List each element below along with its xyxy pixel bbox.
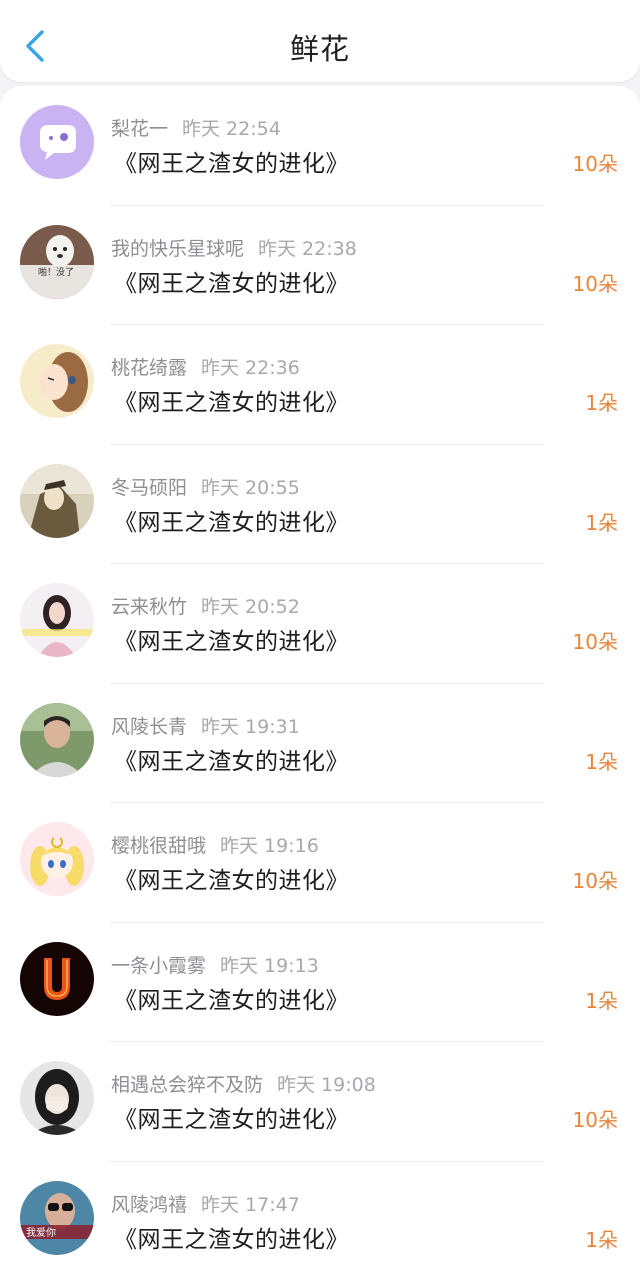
- list-item[interactable]: 我爱你 风陵鸿禧 昨天 17:47 《网王之渣女的进化》 1朵: [0, 1162, 640, 1278]
- flower-count: 10朵: [572, 630, 618, 654]
- flower-count: 1朵: [585, 510, 618, 535]
- dog-avatar[interactable]: 啪！没了: [20, 224, 94, 299]
- list-item[interactable]: 云来秋竹 昨天 20:52 《网王之渣女的进化》 10朵: [0, 564, 640, 684]
- girl-avatar[interactable]: [20, 344, 94, 418]
- sailor-moon-avatar[interactable]: [20, 822, 94, 896]
- flower-list[interactable]: 梨花一 昨天 22:54 《网王之渣女的进化》 10朵 啪！没了 我的快乐星球呢昨…: [0, 86, 640, 1278]
- list-item[interactable]: 梨花一 昨天 22:54 《网王之渣女的进化》 10朵: [0, 86, 640, 206]
- book-title[interactable]: 《网王之渣女的进化》: [114, 1220, 349, 1254]
- chat-bubble-icon[interactable]: [20, 105, 94, 179]
- list-item[interactable]: 樱桃很甜哦 昨天 19:16 《网王之渣女的进化》 10朵: [0, 803, 640, 923]
- timestamp: 昨天 20:52: [201, 596, 300, 618]
- covering-face-avatar[interactable]: [20, 1061, 94, 1135]
- timestamp: 昨天 22:36: [201, 357, 300, 379]
- flower-count: 10朵: [572, 869, 618, 893]
- timestamp: 昨天 19:08: [277, 1074, 376, 1096]
- user-name[interactable]: 我的快乐星球呢: [111, 238, 244, 260]
- book-title[interactable]: 《网王之渣女的进化》: [114, 264, 349, 298]
- user-name[interactable]: 樱桃很甜哦: [111, 835, 206, 857]
- timestamp: 昨天 19:31: [201, 715, 300, 738]
- user-name[interactable]: 桃花绮露: [111, 357, 187, 379]
- list-item[interactable]: 啪！没了 我的快乐星球呢 昨天 22:38 《网王之渣女的进化》 10朵: [0, 206, 640, 326]
- timestamp: 昨天 19:13: [220, 954, 319, 977]
- page-title: 鲜花: [289, 32, 350, 66]
- flower-count: 10朵: [572, 1108, 618, 1132]
- user-name[interactable]: 云来秋竹: [111, 596, 187, 618]
- timestamp: 昨天 22:54: [182, 118, 281, 140]
- anime-avatar[interactable]: [20, 463, 94, 538]
- flower-count: 10朵: [572, 271, 618, 296]
- timestamp: 昨天 17:47: [201, 1193, 300, 1216]
- user-name[interactable]: 梨花一: [111, 118, 168, 140]
- svg-text:啪！没了: 啪！没了: [38, 266, 74, 278]
- woman-photo-avatar[interactable]: [20, 583, 94, 657]
- book-title[interactable]: 《网王之渣女的进化》: [114, 144, 349, 178]
- book-title[interactable]: 《网王之渣女的进化》: [114, 1100, 349, 1134]
- list-item[interactable]: 冬马硕阳 昨天 20:55 《网王之渣女的进化》 1朵: [0, 445, 640, 565]
- timestamp: 昨天 19:16: [220, 835, 319, 857]
- book-title[interactable]: 《网王之渣女的进化》: [114, 861, 349, 895]
- flower-count: 1朵: [585, 749, 618, 774]
- man-photo-avatar[interactable]: [20, 702, 94, 777]
- user-name[interactable]: 风陵长青: [111, 716, 187, 738]
- user-name[interactable]: 风陵鸿禧: [111, 1194, 187, 1216]
- user-name[interactable]: 一条小霞雾: [111, 955, 206, 977]
- list-item[interactable]: 一条小霞雾 昨天 19:13 《网王之渣女的进化》 1朵: [0, 923, 640, 1043]
- user-name[interactable]: 冬马硕阳: [111, 477, 187, 499]
- svg-text:我爱你: 我爱你: [26, 1226, 56, 1239]
- flower-count: 1朵: [585, 391, 618, 415]
- user-name[interactable]: 相遇总会猝不及防: [111, 1074, 263, 1096]
- list-item[interactable]: 风陵长青 昨天 19:31 《网王之渣女的进化》 1朵: [0, 684, 640, 804]
- book-title[interactable]: 《网王之渣女的进化》: [114, 383, 349, 417]
- book-title[interactable]: 《网王之渣女的进化》: [114, 981, 349, 1015]
- flower-count: 10朵: [572, 152, 618, 176]
- flower-count: 1朵: [585, 1227, 618, 1252]
- flower-count: 1朵: [585, 988, 618, 1013]
- timestamp: 昨天 22:38: [258, 237, 357, 260]
- book-title[interactable]: 《网王之渣女的进化》: [114, 622, 349, 656]
- book-title[interactable]: 《网王之渣女的进化》: [114, 742, 349, 776]
- fire-letter-avatar[interactable]: [20, 941, 94, 1016]
- list-item[interactable]: 桃花绮露 昨天 22:36 《网王之渣女的进化》 1朵: [0, 325, 640, 445]
- list-item[interactable]: 相遇总会猝不及防 昨天 19:08 《网王之渣女的进化》 10朵: [0, 1042, 640, 1162]
- top-bar: 鲜花: [0, 0, 640, 82]
- book-title[interactable]: 《网王之渣女的进化》: [114, 503, 349, 537]
- timestamp: 昨天 20:55: [201, 476, 300, 499]
- sunglasses-avatar[interactable]: 我爱你: [20, 1180, 94, 1255]
